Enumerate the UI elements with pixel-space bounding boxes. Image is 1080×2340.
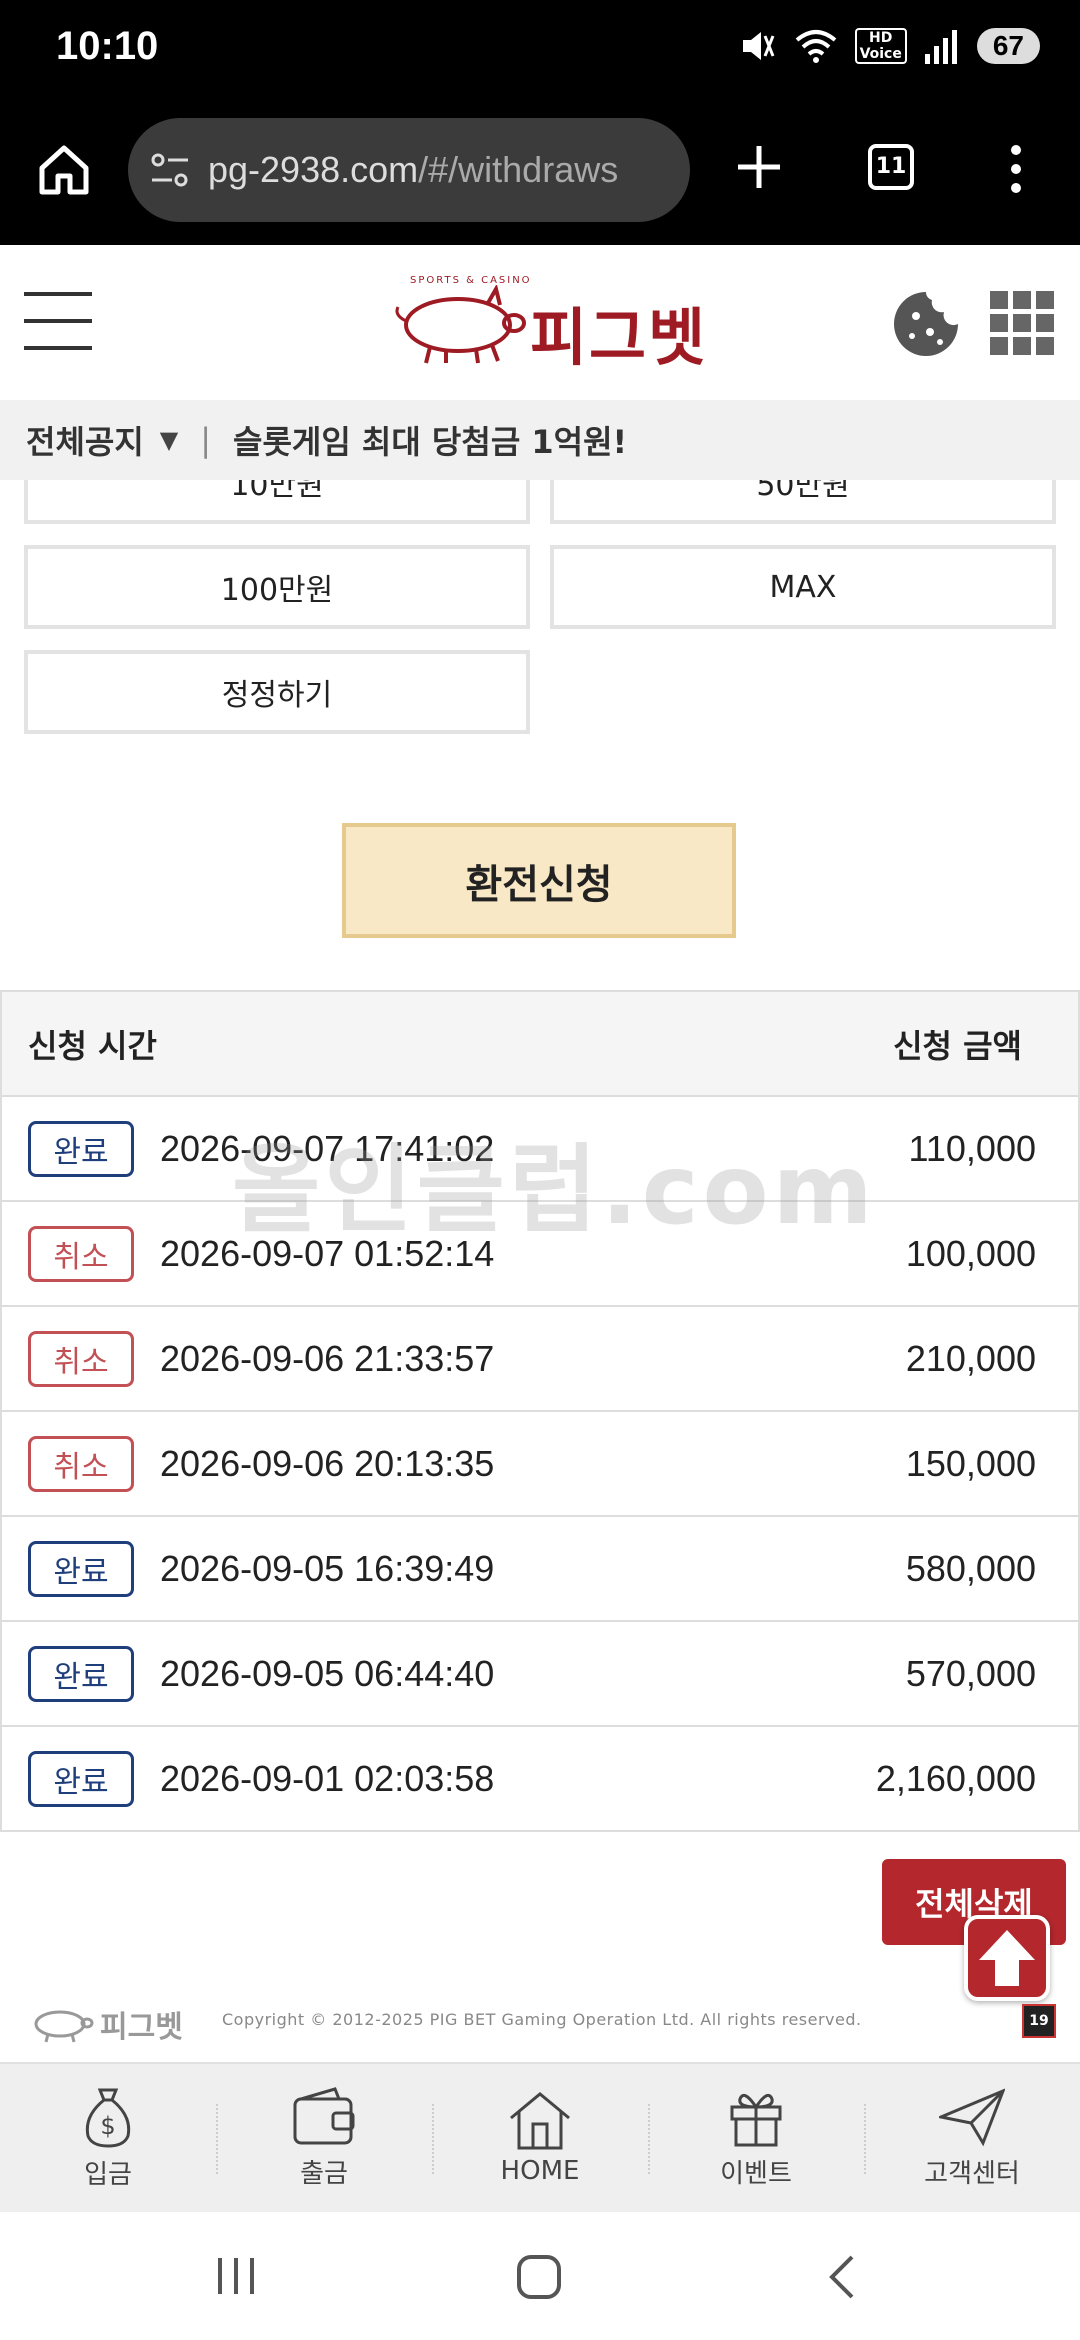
request-time: 2026-09-07 17:41:02 xyxy=(160,1127,495,1169)
more-menu-icon[interactable] xyxy=(1006,144,1026,194)
status-icons: HD Voice 67 xyxy=(737,26,1040,66)
back-icon[interactable] xyxy=(826,2254,856,2300)
notice-label[interactable]: 전체공지 xyxy=(26,417,144,463)
nav-event[interactable]: 이벤트 xyxy=(648,2064,864,2212)
column-header-amount: 신청 금액 xyxy=(893,1026,1022,1065)
table-row[interactable]: 완료 2026-09-07 17:41:02 110,000 xyxy=(0,1097,1080,1202)
notice-message[interactable]: 슬롯게임 최대 당첨금 1억원! xyxy=(233,417,627,463)
wifi-icon xyxy=(795,30,836,63)
amount-100man-button[interactable]: 100만원 xyxy=(24,545,530,629)
arrow-up-icon xyxy=(979,1930,1035,1986)
amount-max-button[interactable]: MAX xyxy=(550,545,1056,629)
nav-withdraw[interactable]: 출금 xyxy=(216,2064,432,2212)
site-header: SPORTS & CASINO 피그벳 xyxy=(0,245,1080,400)
status-badge: 완료 xyxy=(28,1645,134,1702)
status-badge: 완료 xyxy=(28,1540,134,1597)
table-row[interactable]: 완료 2026-09-01 02:03:58 2,160,000 xyxy=(0,1727,1080,1832)
nav-home-label: HOME xyxy=(500,2156,580,2186)
nav-event-label: 이벤트 xyxy=(720,2158,792,2189)
status-badge: 완료 xyxy=(28,1120,134,1177)
system-home-icon[interactable] xyxy=(516,2254,562,2300)
pig-logo-icon[interactable] xyxy=(380,285,530,365)
status-badge: 완료 xyxy=(28,1750,134,1807)
tab-switcher-button[interactable]: 11 xyxy=(868,144,914,190)
footer-logo: 피그벳 xyxy=(24,2002,183,2046)
nav-withdraw-label: 출금 xyxy=(300,2158,348,2189)
notice-bar[interactable]: 전체공지 ▼ | 슬롯게임 최대 당첨금 1억원! xyxy=(0,400,1080,480)
amount-correct-button[interactable]: 정정하기 xyxy=(24,650,530,734)
request-amount: 2,160,000 xyxy=(875,1757,1036,1799)
battery-indicator: 67 xyxy=(976,28,1040,64)
request-time: 2026-09-06 20:13:35 xyxy=(160,1442,495,1484)
nav-deposit[interactable]: $ 입금 xyxy=(0,2064,216,2212)
status-badge: 취소 xyxy=(28,1225,134,1282)
table-row[interactable]: 완료 2026-09-05 16:39:49 580,000 xyxy=(0,1517,1080,1622)
wallet-icon xyxy=(293,2086,355,2144)
system-navigation xyxy=(0,2212,1080,2340)
request-amount: 150,000 xyxy=(905,1442,1036,1484)
browser-toolbar: pg-2938.com/#/withdraws 11 xyxy=(0,100,1080,245)
request-time: 2026-09-07 01:52:14 xyxy=(160,1232,495,1274)
site-settings-icon[interactable] xyxy=(150,152,190,188)
table-row[interactable]: 취소 2026-09-06 21:33:57 210,000 xyxy=(0,1307,1080,1412)
table-row[interactable]: 취소 2026-09-06 20:13:35 150,000 xyxy=(0,1412,1080,1517)
request-amount: 580,000 xyxy=(905,1547,1036,1589)
bottom-navigation: $ 입금 출금 HOME 이벤트 고객센터 xyxy=(0,2062,1080,2212)
table-row[interactable]: 완료 2026-09-05 06:44:40 570,000 xyxy=(0,1622,1080,1727)
brand-logo-text[interactable]: 피그벳 xyxy=(530,287,707,377)
status-time: 10:10 xyxy=(56,24,159,68)
nav-deposit-label: 입금 xyxy=(84,2159,132,2190)
signal-icon xyxy=(924,30,957,64)
request-time: 2026-09-06 21:33:57 xyxy=(160,1337,495,1379)
nav-support[interactable]: 고객센터 xyxy=(864,2064,1080,2212)
nav-home[interactable]: HOME xyxy=(432,2064,648,2212)
url-host: pg-2938.com xyxy=(208,149,419,190)
mute-icon xyxy=(742,32,774,60)
hd-voice-badge: HD Voice xyxy=(854,28,907,64)
svg-text:$: $ xyxy=(100,2112,115,2140)
address-bar[interactable]: pg-2938.com/#/withdraws xyxy=(128,118,690,222)
status-badge: 취소 xyxy=(28,1330,134,1387)
withdraw-history-table: 신청 시간 신청 금액 완료 2026-09-07 17:41:02 110,0… xyxy=(0,990,1080,1832)
new-tab-icon[interactable] xyxy=(736,144,782,190)
nav-support-label: 고객센터 xyxy=(924,2158,1020,2189)
footer-brand: 피그벳 xyxy=(100,2010,183,2045)
request-amount: 210,000 xyxy=(905,1337,1036,1379)
house-icon xyxy=(510,2092,570,2150)
url-path: /#/withdraws xyxy=(418,149,619,190)
table-header: 신청 시간 신청 금액 xyxy=(0,990,1080,1097)
request-time: 2026-09-01 02:03:58 xyxy=(160,1757,495,1799)
brand-tagline: SPORTS & CASINO xyxy=(410,275,532,286)
request-time: 2026-09-05 16:39:49 xyxy=(160,1547,495,1589)
status-bar: 10:10 HD Voice 67 xyxy=(0,0,1080,100)
request-amount: 570,000 xyxy=(905,1652,1036,1694)
age-restriction-badge: 19 xyxy=(1022,2004,1056,2038)
chevron-down-icon[interactable]: ▼ xyxy=(160,426,178,454)
cookie-icon[interactable] xyxy=(892,290,960,358)
status-badge: 취소 xyxy=(28,1435,134,1492)
gift-icon xyxy=(730,2093,782,2146)
money-bag-icon: $ xyxy=(85,2088,131,2148)
recent-apps-icon[interactable] xyxy=(214,2256,258,2296)
grid-menu-icon[interactable] xyxy=(988,289,1056,357)
request-time: 2026-09-05 06:44:40 xyxy=(160,1652,495,1694)
paper-plane-icon xyxy=(939,2088,1005,2146)
request-amount: 110,000 xyxy=(908,1127,1036,1169)
table-row[interactable]: 취소 2026-09-07 01:52:14 100,000 xyxy=(0,1202,1080,1307)
request-amount: 100,000 xyxy=(905,1232,1036,1274)
copyright-text: Copyright © 2012-2025 PIG BET Gaming Ope… xyxy=(222,2010,862,2029)
scroll-to-top-button[interactable] xyxy=(964,1915,1050,2001)
home-icon[interactable] xyxy=(36,142,92,198)
withdraw-request-button[interactable]: 환전신청 xyxy=(342,823,736,938)
notice-divider: | xyxy=(200,421,212,459)
column-header-time: 신청 시간 xyxy=(28,1026,157,1065)
hamburger-menu-icon[interactable] xyxy=(22,290,94,352)
pig-logo-icon xyxy=(34,2010,94,2043)
